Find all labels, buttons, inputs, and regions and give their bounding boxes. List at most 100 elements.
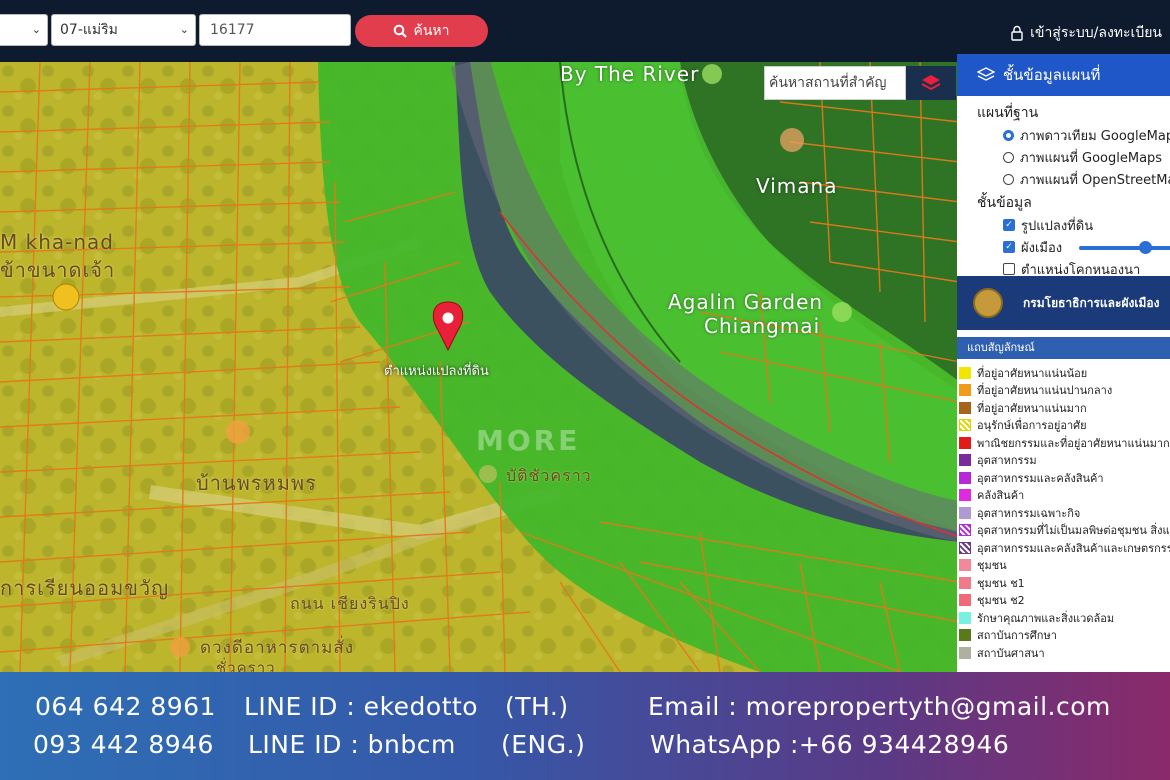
map-label-m-kha-nad: M kha-nad — [0, 230, 114, 254]
legend-label: อุตสาหกรรมที่ไม่เป็นมลพิษต่อชุมชน สิ่งแว… — [977, 524, 1170, 538]
chevron-down-icon: ⌄ — [31, 23, 41, 36]
map-label-road: ถนน เชียงรินปิง — [290, 594, 410, 613]
panel-header: ชั้นข้อมูลแผนที่ — [957, 54, 1170, 96]
district-select-value: 07-แม่ริม — [60, 22, 118, 38]
legend-item: ที่อยู่อาศัยหนาแน่นปานกลาง — [957, 382, 1170, 400]
line-id-2: LINE ID : bnbcm — [248, 730, 456, 759]
department-banner: กรมโยธาธิการและผังเมือง — [957, 276, 1170, 330]
legend-title: แถบสัญลักษณ์ — [957, 337, 1170, 359]
legend-label: อุตสาหกรรมและคลังสินค้า — [977, 471, 1104, 485]
legend-swatch — [959, 629, 971, 642]
layers-toggle-button[interactable] — [906, 66, 956, 100]
radio-button[interactable] — [1003, 129, 1014, 141]
map-label-agalin: Agalin Garden — [668, 290, 824, 314]
legend-item: ชุมชน ช2 — [957, 592, 1170, 610]
basemap-option-label: ภาพแผนที่ OpenStreetMap — [1020, 172, 1170, 188]
legend-item: อุตสาหกรรมและคลังสินค้า — [957, 469, 1170, 487]
checkbox[interactable]: ✓ — [1003, 241, 1015, 253]
legend-swatch — [959, 506, 971, 519]
legend-label: ที่อยู่อาศัยหนาแน่นน้อย — [977, 366, 1088, 380]
basemap-option-osm[interactable]: ภาพแผนที่ OpenStreetMap — [957, 168, 1170, 190]
legend-swatch — [959, 541, 971, 554]
radio-button[interactable] — [1003, 173, 1014, 185]
opacity-slider-handle[interactable] — [1139, 241, 1152, 254]
email: Email : morepropertyth@gmail.com — [648, 692, 1111, 721]
legend-item: พาณิชยกรรมและที่อยู่อาศัยหนาแน่นมาก — [957, 434, 1170, 452]
legend-label: อนุรักษ์เพื่อการอยู่อาศัย — [977, 419, 1087, 433]
layers-section-title: ชั้นข้อมูล — [977, 195, 1032, 211]
whatsapp: WhatsApp :+66 934428946 — [650, 730, 1010, 759]
legend-item: อนุรักษ์เพื่อการอยู่อาศัย — [957, 417, 1170, 435]
legend-swatch — [959, 436, 971, 449]
language-th: (TH.) — [505, 692, 569, 721]
department-name: กรมโยธาธิการและผังเมือง — [1023, 295, 1160, 310]
opacity-slider-track[interactable] — [1079, 246, 1170, 250]
search-button-label: ค้นหา — [413, 23, 450, 39]
legend-label: อุตสาหกรรม — [977, 454, 1037, 468]
legend-item: อุตสาหกรรมเฉพาะกิจ — [957, 504, 1170, 522]
legend-item: ชุมชน — [957, 557, 1170, 575]
place-search-input[interactable]: ค้นหาสถานที่สำคัญ — [764, 66, 906, 100]
legend-label: สถาบันการศึกษา — [977, 629, 1057, 643]
legend-item: รักษาคุณภาพและสิ่งแวดล้อม — [957, 609, 1170, 627]
legend-swatch — [959, 576, 971, 589]
map-label-school: การเรียนออมขวัญ — [0, 576, 170, 600]
line-id-1: LINE ID : ekedotto — [244, 692, 479, 721]
layer-option-cityplan[interactable]: ✓ ผังเมือง — [957, 236, 1170, 258]
map-layers-panel: ชั้นข้อมูลแผนที่ แผนที่ฐาน ภาพดาวเทียม G… — [957, 54, 1170, 672]
legend-swatch — [959, 559, 971, 572]
map-label-chiangmai: Chiangmai — [704, 314, 821, 338]
legend-label: พาณิชยกรรมและที่อยู่อาศัยหนาแน่นมาก — [977, 436, 1170, 450]
parcel-number-input[interactable]: 16177 — [199, 14, 351, 46]
layer-option-parcels[interactable]: ✓ รูปแปลงที่ดิน — [957, 214, 1170, 236]
legend-swatch — [959, 594, 971, 607]
search-icon — [394, 24, 408, 38]
layers-icon — [977, 67, 995, 81]
legend-label: คลังสินค้า — [977, 489, 1025, 503]
legend-swatch — [959, 471, 971, 484]
panel-title: ชั้นข้อมูลแผนที่ — [1003, 66, 1101, 84]
map-label-by-the-river: By The River — [560, 62, 700, 86]
legend-item: ที่อยู่อาศัยหนาแน่นมาก — [957, 399, 1170, 417]
map-label-restaurant-2: ชั่วคราว — [216, 659, 276, 672]
map-label-vimana: Vimana — [756, 174, 838, 198]
legend-item: อุตสาหกรรมที่ไม่เป็นมลพิษต่อชุมชน สิ่งแว… — [957, 522, 1170, 540]
legend-label: ที่อยู่อาศัยหนาแน่นปานกลาง — [977, 384, 1113, 398]
legend-swatch — [959, 646, 971, 659]
legend-swatch — [959, 366, 971, 379]
basemap-option-label: ภาพแผนที่ GoogleMaps — [1020, 150, 1163, 166]
district-select[interactable]: 07-แม่ริม ⌄ — [51, 14, 196, 46]
contact-footer: 064 642 8961 LINE ID : ekedotto (TH.) Em… — [0, 672, 1170, 780]
legend-label: อุตสาหกรรมเฉพาะกิจ — [977, 506, 1081, 520]
legend-label: รักษาคุณภาพและสิ่งแวดล้อม — [977, 611, 1115, 625]
layer-option-label: รูปแปลงที่ดิน — [1021, 218, 1094, 234]
search-button[interactable]: ค้นหา — [355, 15, 488, 47]
basemap-section-title: แผนที่ฐาน — [977, 105, 1039, 121]
checkbox[interactable] — [1003, 263, 1015, 275]
basemap-option-satellite[interactable]: ภาพดาวเทียม GoogleMaps — [957, 124, 1170, 146]
login-link[interactable]: เข้าสู่ระบบ/ลงทะเบียน — [1010, 22, 1162, 44]
legend-label: อุตสาหกรรมและคลังสินค้าและเกษตรกรรม — [977, 541, 1170, 555]
legend-item: สถาบันการศึกษา — [957, 627, 1170, 645]
legend-label: ชุมชน — [977, 559, 1007, 573]
province-select[interactable]: ⌄ — [0, 14, 48, 46]
legend-item: อุตสาหกรรม — [957, 452, 1170, 470]
legend-label: สถาบันศาสนา — [977, 646, 1045, 660]
legend-swatch — [959, 524, 971, 537]
legend-swatch — [959, 454, 971, 467]
basemap-option-googlemaps[interactable]: ภาพแผนที่ GoogleMaps — [957, 146, 1170, 168]
checkbox[interactable]: ✓ — [1003, 219, 1015, 231]
radio-button[interactable] — [1003, 151, 1014, 163]
layers-icon — [921, 75, 941, 91]
department-seal-icon — [973, 288, 1003, 318]
legend-item: อุตสาหกรรมและคลังสินค้าและเกษตรกรรม — [957, 539, 1170, 557]
lock-icon — [1011, 25, 1023, 41]
legend-swatch — [959, 384, 971, 397]
top-bar: ⌄ 07-แม่ริม ⌄ 16177 ค้นหา เข้าสู่ระบบ/ลง… — [0, 0, 1170, 62]
parcel-pin-label: ตำแหน่งแปลงที่ดิน — [384, 364, 489, 379]
legend-item: ชุมชน ช1 — [957, 574, 1170, 592]
legend-item: ที่อยู่อาศัยหนาแน่นน้อย — [957, 364, 1170, 382]
legend-swatch — [959, 611, 971, 624]
chevron-down-icon: ⌄ — [179, 23, 189, 36]
basemap-option-label: ภาพดาวเทียม GoogleMaps — [1020, 128, 1170, 144]
